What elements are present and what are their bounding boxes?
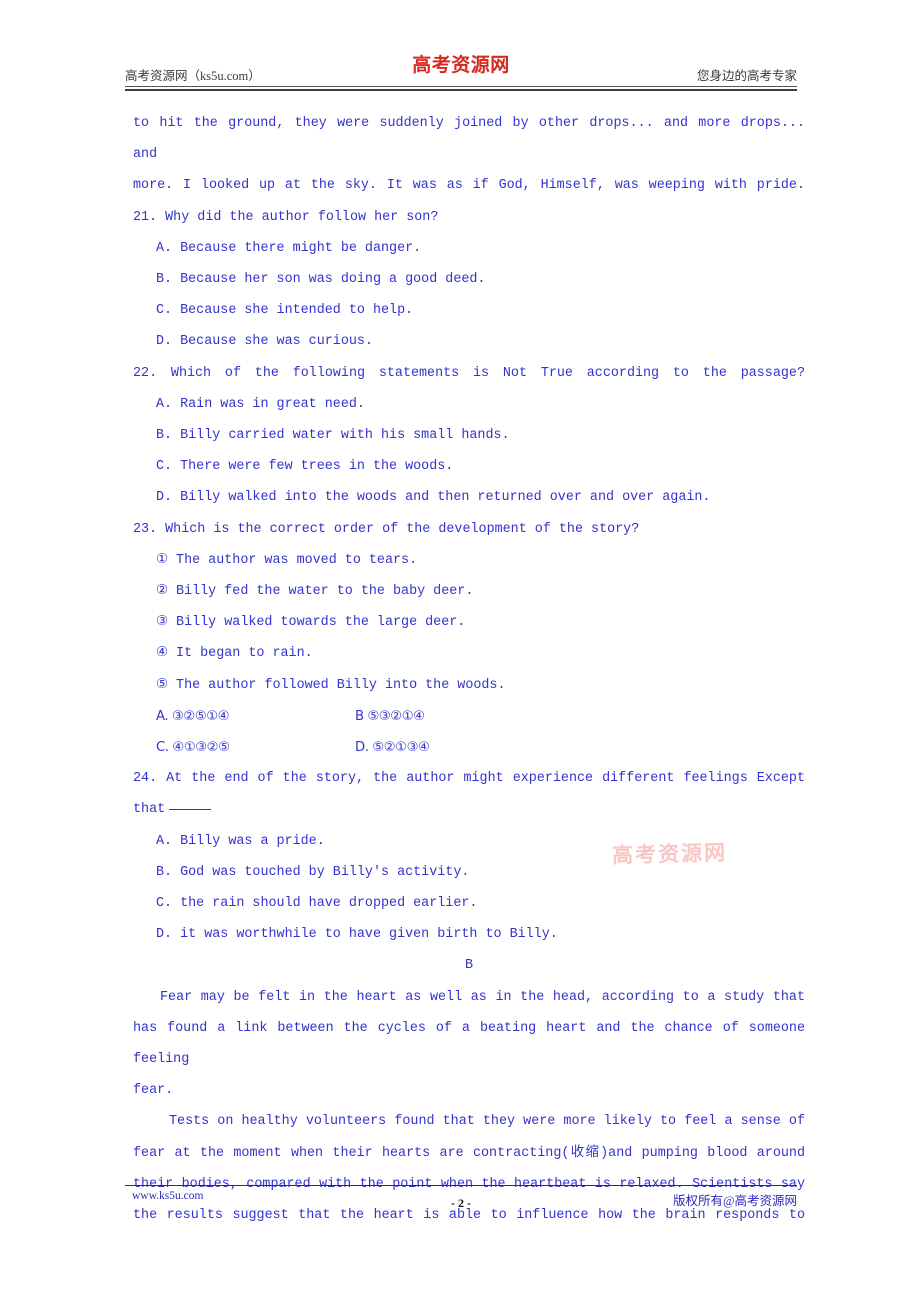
question-23-option-d[interactable]: D. ⑤②①③④ (355, 732, 430, 763)
question-21-stem: 21. Why did the author follow her son? (133, 209, 439, 225)
question-23-event-3: ③ Billy walked towards the large deer. (156, 615, 466, 631)
question-21-option-b[interactable]: B. Because her son was doing a good deed… (133, 264, 805, 295)
watermark-logo: 高考资源网 (611, 839, 728, 868)
question-23-option-a[interactable]: A. ③②⑤①④ (156, 701, 229, 732)
question-21-option-d[interactable]: D. Because she was curious. (133, 326, 805, 357)
footer-page-number: - 2 - (451, 1196, 471, 1210)
question-22-option-d[interactable]: D. Billy walked into the woods and then … (133, 482, 805, 513)
question-23-stem: 23. Which is the correct order of the de… (133, 521, 640, 537)
passage-line: to hit the ground, they were suddenly jo… (133, 116, 805, 163)
footer-divider (125, 1185, 797, 1186)
section-b-paragraph-line: Fear may be felt in the heart as well as… (160, 989, 805, 1005)
document-body: to hit the ground, they were suddenly jo… (133, 108, 805, 1231)
question-24-option-c[interactable]: C. the rain should have dropped earlier. (133, 888, 805, 919)
question-23-option-c[interactable]: C. ④①③②⑤ (156, 732, 230, 763)
section-b-paragraph-line: Tests on healthy volunteers found that t… (169, 1114, 805, 1130)
question-23-event-1: ① The author was moved to tears. (156, 552, 418, 568)
section-b-label: B (464, 958, 474, 974)
question-22-stem: 22. Which of the following statements is… (133, 365, 805, 381)
header-logo: 高考资源网 (412, 54, 510, 76)
passage-line: more. I looked up at the sky. It was as … (133, 178, 805, 194)
question-23-event-5: ⑤ The author followed Billy into the woo… (156, 677, 506, 693)
question-24-stem-word: that (133, 802, 166, 818)
question-22-option-b[interactable]: B. Billy carried water with his small ha… (133, 420, 805, 451)
question-23-answer-row-1: A. ③②⑤①④ B ⑤③②①④ (133, 701, 805, 732)
header-divider-thick (125, 89, 797, 91)
header-site-name: 高考资源网（ks5u.com） (125, 69, 261, 83)
page-footer: www.ks5u.com - 2 - 版权所有@高考资源网 (125, 1190, 797, 1212)
section-b-paragraph-line: has found a link between the cycles of a… (133, 1020, 805, 1068)
question-21-option-c[interactable]: C. Because she intended to help. (133, 295, 805, 326)
page-header: 高考资源网（ks5u.com） 高考资源网 您身边的高考专家 (125, 50, 797, 88)
question-23-event-4: ④ It began to rain. (156, 646, 313, 662)
question-24-option-d[interactable]: D. it was worthwhile to have given birth… (133, 919, 805, 950)
header-tagline: 您身边的高考专家 (696, 69, 797, 83)
section-b-paragraph-line: fear at the moment when their hearts are… (133, 1145, 805, 1161)
question-23-option-b[interactable]: B ⑤③②①④ (355, 701, 425, 732)
question-24-stem-line-2: that (133, 794, 805, 825)
question-24-stem-line-1: 24. At the end of the story, the author … (133, 771, 805, 787)
document-page: 高考资源网（ks5u.com） 高考资源网 您身边的高考专家 to hit th… (0, 0, 920, 1302)
question-22-option-a[interactable]: A. Rain was in great need. (133, 389, 805, 420)
footer-url[interactable]: www.ks5u.com (132, 1190, 203, 1202)
answer-blank[interactable] (169, 809, 212, 811)
question-23-event-2: ② Billy fed the water to the baby deer. (156, 584, 474, 600)
question-23-answer-row-2: C. ④①③②⑤ D. ⑤②①③④ (133, 732, 805, 763)
question-21-option-a[interactable]: A. Because there might be danger. (133, 233, 805, 264)
header-divider-thin (125, 86, 797, 87)
footer-copyright: 版权所有@高考资源网 (672, 1194, 797, 1208)
question-22-option-c[interactable]: C. There were few trees in the woods. (133, 451, 805, 482)
section-b-paragraph-line: fear. (133, 1083, 174, 1099)
